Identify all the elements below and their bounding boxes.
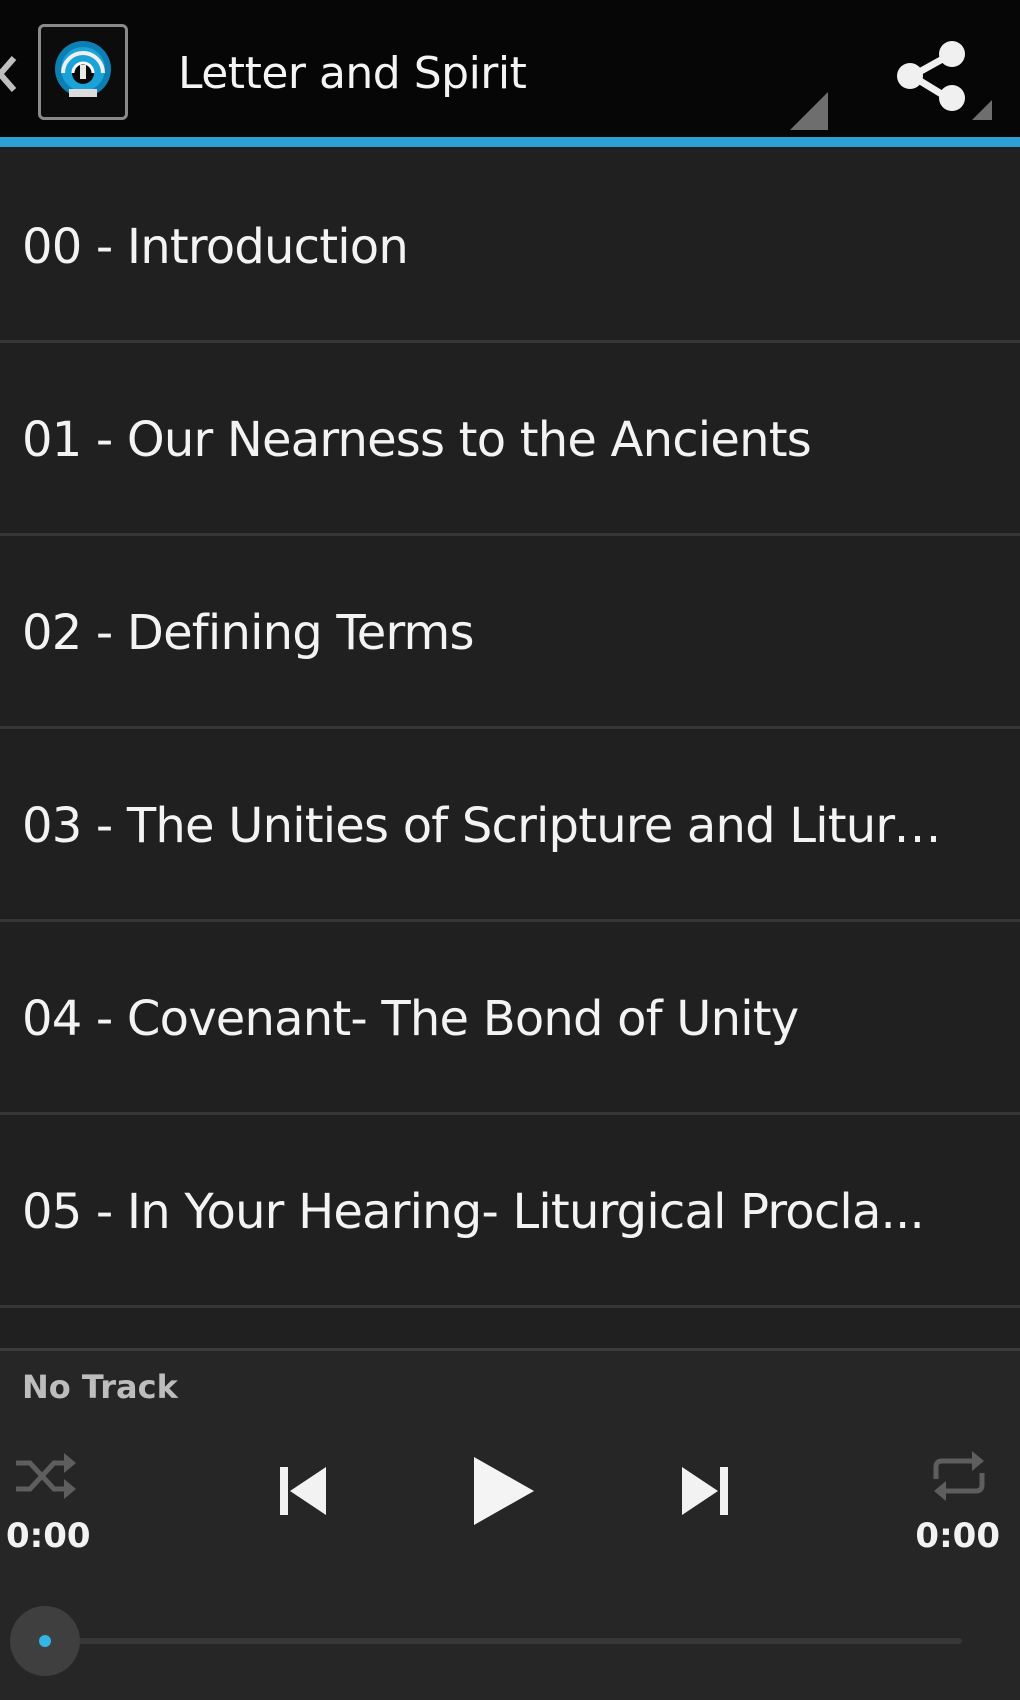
track-title: 04 - Covenant- The Bond of Unity [22, 991, 799, 1047]
track-list: 00 - Introduction 01 - Our Nearness to t… [0, 150, 1020, 1308]
play-icon[interactable] [470, 1455, 536, 1527]
elapsed-time: 0:00 [6, 1516, 91, 1556]
shuffle-icon[interactable] [14, 1451, 78, 1501]
action-bar-divider [0, 137, 1020, 147]
skip-previous-icon[interactable] [278, 1463, 328, 1519]
track-title: 03 - The Unities of Scripture and Liturg… [22, 798, 942, 854]
seek-thumb[interactable] [10, 1606, 80, 1676]
app-logo-icon[interactable] [38, 24, 128, 120]
repeat-icon[interactable] [928, 1451, 990, 1501]
list-item[interactable]: 03 - The Unities of Scripture and Liturg… [0, 729, 1020, 922]
action-bar: Letter and Spirit [0, 0, 1020, 137]
list-item[interactable]: 01 - Our Nearness to the Ancients [0, 343, 1020, 536]
now-playing-label: No Track [22, 1368, 178, 1406]
list-item[interactable]: 05 - In Your Hearing- Liturgical Procla.… [0, 1115, 1020, 1308]
skip-next-icon[interactable] [680, 1463, 730, 1519]
list-item[interactable]: 04 - Covenant- The Bond of Unity [0, 922, 1020, 1115]
app-title: Letter and Spirit [178, 48, 527, 99]
app-screen: Letter and Spirit 00 - Introduction 01 -… [0, 0, 1020, 1700]
total-duration: 0:00 [915, 1516, 1000, 1556]
seek-thumb-indicator [39, 1635, 51, 1647]
list-item[interactable]: 00 - Introduction [0, 150, 1020, 343]
track-title: 05 - In Your Hearing- Liturgical Procla.… [22, 1184, 925, 1240]
track-title: 00 - Introduction [22, 219, 409, 275]
share-icon[interactable] [896, 34, 992, 130]
dropdown-indicator-icon[interactable] [790, 92, 828, 130]
track-title: 02 - Defining Terms [22, 605, 475, 661]
chevron-left-icon[interactable] [0, 44, 18, 104]
list-item[interactable]: 02 - Defining Terms [0, 536, 1020, 729]
track-title: 01 - Our Nearness to the Ancients [22, 412, 812, 468]
seek-bar[interactable] [44, 1638, 962, 1644]
player-panel: No Track 0:00 0:00 [0, 1348, 1020, 1700]
